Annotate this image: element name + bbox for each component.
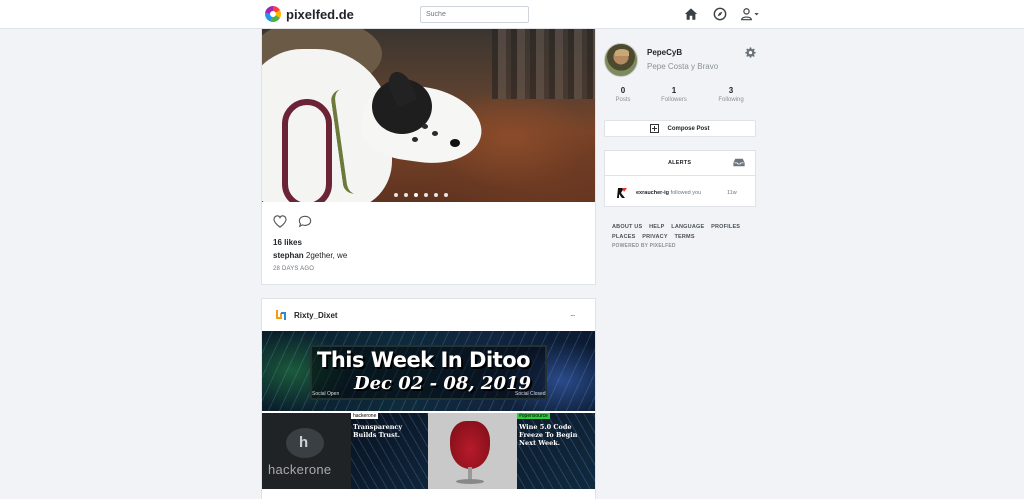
- post-header: Rixty_Dixet ...: [262, 299, 595, 330]
- post-timestamp[interactable]: 28 DAYS AGO: [273, 266, 314, 272]
- comment-icon[interactable]: [298, 215, 312, 228]
- carousel-dot[interactable]: [434, 193, 438, 197]
- notification-avatar[interactable]: [616, 187, 628, 199]
- caption-text: 2gether, we: [305, 251, 348, 260]
- banner-date: Dec 02 - 08, 2019: [354, 373, 532, 394]
- post-actions: [273, 215, 312, 228]
- collage-tile: #opensource Wine 5.0 Code Freeze To Begi…: [517, 413, 595, 489]
- tile-tag: hackerone: [351, 413, 379, 419]
- hackerone-logo-icon: h: [286, 428, 324, 458]
- caption-username[interactable]: stephan: [273, 251, 304, 260]
- gear-icon[interactable]: [745, 47, 756, 58]
- alerts-title: ALERTS: [668, 160, 692, 166]
- footer-link-profiles[interactable]: PROFILES: [711, 224, 740, 230]
- notification-time: 11w: [727, 190, 737, 196]
- footer-link-places[interactable]: PLACES: [612, 234, 636, 240]
- photo-dog-spot: [422, 124, 428, 129]
- tile-headline: Transparency Builds Trust.: [353, 423, 403, 439]
- notification-action: followed you: [670, 190, 702, 196]
- carousel-dot[interactable]: [414, 193, 418, 197]
- explore-compass-icon[interactable]: [713, 7, 727, 21]
- more-options-icon[interactable]: ...: [570, 308, 575, 318]
- stat-value: 3: [728, 86, 734, 95]
- photo-harness: [282, 99, 332, 202]
- footer-link-privacy[interactable]: PRIVACY: [642, 234, 667, 240]
- alerts-header: ALERTS: [605, 151, 755, 176]
- post-photo[interactable]: [262, 29, 595, 202]
- footer-link-help[interactable]: HELP: [649, 224, 664, 230]
- stat-value: 1: [671, 86, 677, 95]
- post-banner-image[interactable]: This Week In Ditoo Dec 02 - 08, 2019 Soc…: [262, 331, 595, 411]
- photo-dog-nose: [450, 139, 460, 147]
- compose-plus-icon: [650, 124, 660, 133]
- compose-post-button[interactable]: Compose Post: [604, 120, 756, 137]
- footer-link-terms[interactable]: TERMS: [674, 234, 694, 240]
- top-navbar: pixelfed.de: [0, 0, 1024, 29]
- home-icon[interactable]: [684, 7, 698, 21]
- photo-dog-spot: [432, 131, 438, 136]
- wine-base: [456, 479, 484, 484]
- carousel-dot[interactable]: [424, 193, 428, 197]
- stat-following[interactable]: 3 Following: [701, 86, 761, 103]
- collage-tile: [428, 413, 517, 489]
- photo-dog-spot: [412, 137, 418, 142]
- footer-link-about[interactable]: ABOUT US: [612, 224, 642, 230]
- user-avatar[interactable]: [275, 309, 287, 321]
- carousel-dot[interactable]: [394, 193, 398, 197]
- footer-link-language[interactable]: LANGUAGE: [671, 224, 704, 230]
- user-menu-icon[interactable]: [739, 7, 761, 21]
- tile-headline: Wine 5.0 Code Freeze To Begin Next Week.: [519, 423, 578, 447]
- footer-links: ABOUT US HELP LANGUAGE PROFILES PLACES P…: [612, 222, 762, 242]
- carousel-dot[interactable]: [404, 193, 408, 197]
- carousel-dot[interactable]: [444, 193, 448, 197]
- post-caption: stephan 2gether, we: [273, 251, 347, 260]
- profile-display-name: Pepe Costa y Bravo: [647, 62, 719, 71]
- tile-tag: #opensource: [517, 413, 550, 419]
- inbox-icon[interactable]: [733, 158, 745, 167]
- stat-followers[interactable]: 1 Followers: [644, 86, 704, 103]
- banner-left-label: Social Open: [312, 391, 340, 397]
- collage-tile: h hackerone: [262, 413, 351, 489]
- pixelfed-logo-icon: [265, 6, 281, 22]
- alerts-panel: ALERTS exraucher-ig followed you 11w: [604, 150, 756, 207]
- search-input[interactable]: [420, 6, 529, 23]
- post-username[interactable]: Rixty_Dixet: [294, 311, 338, 320]
- notification-text[interactable]: exraucher-ig followed you: [636, 190, 701, 196]
- likes-count[interactable]: 16 likes: [273, 238, 302, 247]
- profile-username[interactable]: PepeCyB: [647, 48, 682, 57]
- feed-post: 16 likes stephan 2gether, we 28 DAYS AGO: [261, 28, 596, 285]
- profile-avatar[interactable]: [604, 43, 638, 77]
- banner-right-label: Social Closed: [515, 391, 546, 397]
- compose-label: Compose Post: [667, 125, 710, 132]
- banner-title: This Week In Ditoo: [317, 348, 531, 372]
- collage-tile: hackerone Transparency Builds Trust.: [351, 413, 428, 489]
- hackerone-wordmark: hackerone: [268, 462, 332, 477]
- photo-trees: [492, 29, 595, 99]
- notification-user[interactable]: exraucher-ig: [636, 190, 669, 196]
- stat-label: Following: [718, 97, 744, 103]
- feed-post: Rixty_Dixet ... This Week In Ditoo Dec 0…: [261, 298, 596, 499]
- powered-by[interactable]: POWERED BY PIXELFED: [612, 243, 676, 249]
- brand-link[interactable]: pixelfed.de: [265, 6, 354, 22]
- heart-icon[interactable]: [273, 215, 287, 228]
- stat-label: Followers: [661, 97, 687, 103]
- wine-glass-icon: [450, 421, 490, 469]
- brand-name: pixelfed.de: [286, 6, 354, 22]
